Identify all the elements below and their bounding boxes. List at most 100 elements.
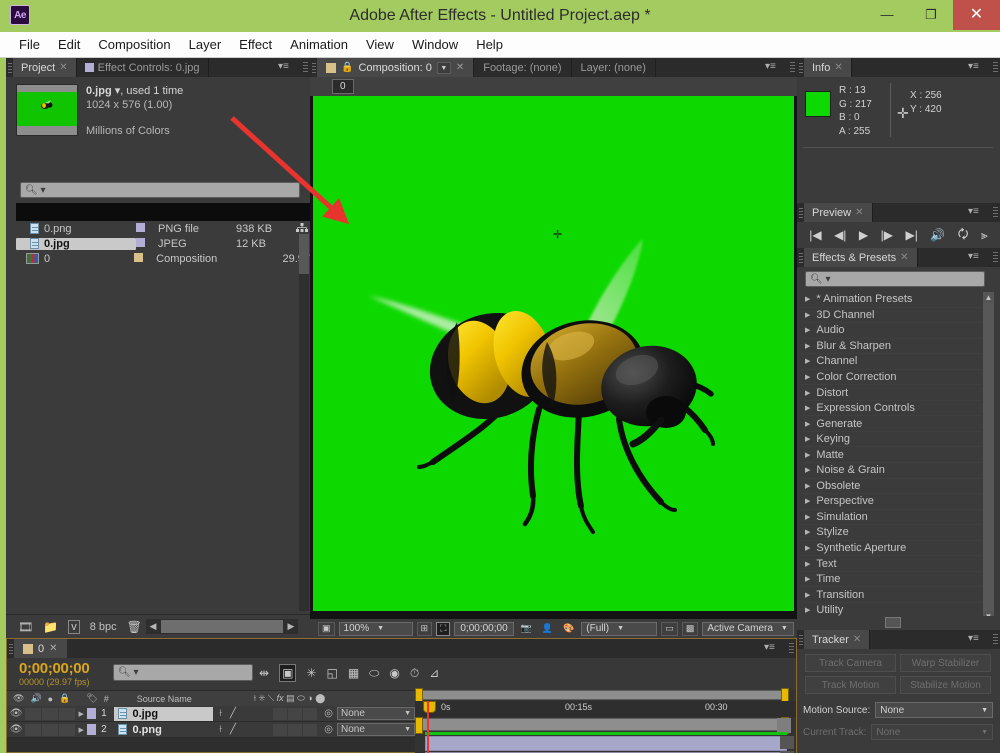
layer-label-swatch[interactable] xyxy=(86,708,97,719)
graph-editor-icon[interactable]: ◉ xyxy=(389,666,399,680)
time-marker-icon[interactable] xyxy=(423,701,436,713)
chevron-right-icon[interactable]: ▶ xyxy=(75,710,87,718)
effects-category-row[interactable]: ▶ Obsolete xyxy=(801,479,981,495)
minimize-button[interactable]: — xyxy=(865,0,909,30)
effects-category-row[interactable]: ▶ Audio xyxy=(801,323,981,339)
work-area-menu-icon[interactable] xyxy=(777,718,791,733)
motion-blur-icon[interactable]: ▦ xyxy=(348,666,359,680)
effects-category-row[interactable]: ▶ Expression Controls xyxy=(801,401,981,417)
chevron-right-icon[interactable]: ▶ xyxy=(75,726,87,734)
tab-tracker[interactable]: Tracker ✕ xyxy=(804,630,871,649)
close-button[interactable]: ✕ xyxy=(953,0,1000,30)
menu-file[interactable]: File xyxy=(10,35,49,54)
panel-grip-icon[interactable] xyxy=(797,58,804,77)
graph-editor-toggle-icon[interactable]: ⊿ xyxy=(429,666,439,680)
toggle-transparency-grid-icon[interactable]: ▣ xyxy=(318,621,335,636)
tab-footage[interactable]: Footage: (none) xyxy=(474,58,572,77)
new-folder-icon[interactable]: 📁 xyxy=(43,620,58,634)
chevron-right-icon[interactable]: ▶ xyxy=(805,606,810,614)
close-icon[interactable]: ✕ xyxy=(853,634,861,645)
chevron-right-icon[interactable]: ▶ xyxy=(805,544,810,552)
info-panel-resize-grip[interactable] xyxy=(993,62,998,73)
chevron-right-icon[interactable]: ▶ xyxy=(805,451,810,459)
render-network-icon[interactable] xyxy=(296,223,308,233)
current-time-indicator[interactable] xyxy=(427,701,429,753)
tracker-panel-menu-icon[interactable]: ▾≡ xyxy=(968,633,984,645)
previous-frame-icon[interactable]: ◀| xyxy=(834,228,846,242)
list-item[interactable]: 0 Composition 29.97 xyxy=(16,251,310,266)
layer-visibility-icon[interactable]: 👁 xyxy=(7,724,25,735)
choose-grid-guide-icon[interactable]: ⊞ xyxy=(416,621,433,636)
close-icon[interactable]: ✕ xyxy=(834,62,842,73)
project-panel-menu-icon[interactable]: ▾≡ xyxy=(278,61,294,73)
panel-grip-icon[interactable] xyxy=(797,630,804,649)
effects-category-row[interactable]: ▶ Time xyxy=(801,572,981,588)
menu-layer[interactable]: Layer xyxy=(180,35,231,54)
project-scrollbar[interactable] xyxy=(299,234,309,611)
effects-category-row[interactable]: ▶ Transition xyxy=(801,587,981,603)
scroll-left-icon[interactable]: ◀ xyxy=(146,621,160,632)
parent-pickwhip-icon[interactable]: ◎ xyxy=(324,724,333,735)
region-of-interest-icon[interactable]: ⛶ xyxy=(436,621,451,636)
lock-icon[interactable]: 🔒 xyxy=(341,62,353,73)
effects-category-row[interactable]: ▶ Matte xyxy=(801,447,981,464)
chevron-right-icon[interactable]: ▶ xyxy=(805,466,810,474)
menu-animation[interactable]: Animation xyxy=(281,35,357,54)
interpret-footage-icon[interactable]: v xyxy=(68,619,80,634)
transparency-grid-icon[interactable]: ▩ xyxy=(681,621,699,636)
layer-duration-bar[interactable] xyxy=(425,736,787,751)
track-camera-button[interactable]: Track Camera xyxy=(805,654,896,672)
effects-panel-resize-grip[interactable] xyxy=(993,252,998,263)
timeline-current-time[interactable]: 0;00;00;00 xyxy=(19,660,90,677)
region-of-interest-toggle-icon[interactable]: ▭ xyxy=(661,621,678,636)
layer-label-swatch[interactable] xyxy=(86,724,97,735)
tab-effect-controls[interactable]: Effect Controls: 0.jpg xyxy=(76,58,209,77)
comp-flowchart-icon[interactable] xyxy=(780,736,794,749)
brainstorm-icon[interactable]: ⬭ xyxy=(369,666,379,681)
timeline-ruler[interactable]: 0s 00:15s 00:30 xyxy=(415,701,796,717)
effects-category-row[interactable]: ▶ Noise & Grain xyxy=(801,463,981,479)
preview-panel-menu-icon[interactable]: ▾≡ xyxy=(968,206,984,218)
show-snapshot-icon[interactable]: 👤 xyxy=(539,622,556,636)
scroll-up-icon[interactable]: ▲ xyxy=(983,292,994,303)
zoom-select[interactable]: 100% ▼ xyxy=(338,621,413,636)
composition-panel-resize-grip[interactable] xyxy=(790,62,795,73)
tab-info[interactable]: Info ✕ xyxy=(804,58,852,77)
effects-category-row[interactable]: ▶ Color Correction xyxy=(801,370,981,386)
menu-help[interactable]: Help xyxy=(467,35,512,54)
effects-category-row[interactable]: ▶ Text xyxy=(801,556,981,572)
timeline-search-input[interactable]: 🔍︎ ▾ xyxy=(113,664,253,681)
chevron-right-icon[interactable]: ▶ xyxy=(805,591,810,599)
scroll-right-icon[interactable]: ▶ xyxy=(284,621,298,632)
effects-category-row[interactable]: ▶ * Animation Presets xyxy=(801,292,981,308)
table-row[interactable]: 👁 ▶ 1 0.jpg ⟊ ╱ ◎ None ▼ xyxy=(7,706,415,722)
close-icon[interactable]: ✕ xyxy=(59,62,67,73)
chevron-right-icon[interactable]: ▶ xyxy=(805,357,810,365)
project-horizontal-scrollbar[interactable]: ◀ ▶ xyxy=(146,619,298,634)
chevron-right-icon[interactable]: ▶ xyxy=(805,342,810,350)
composition-panel-menu-icon[interactable]: ▾≡ xyxy=(765,61,781,73)
tab-effects-presets[interactable]: Effects & Presets ✕ xyxy=(804,248,918,267)
breadcrumb-comp-chip[interactable]: 0 xyxy=(332,79,354,94)
close-icon[interactable]: ✕ xyxy=(900,252,908,263)
motion-source-select[interactable]: None ▼ xyxy=(875,702,993,718)
project-search-input[interactable]: 🔍︎ ▾ xyxy=(20,182,300,198)
parent-pickwhip-icon[interactable]: ◎ xyxy=(324,708,333,719)
warp-stabilizer-button[interactable]: Warp Stabilizer xyxy=(900,654,991,672)
tab-timeline-comp[interactable]: 0 ✕ xyxy=(14,639,67,658)
effects-scrollbar[interactable]: ▲ ▼ xyxy=(983,292,994,622)
show-channel-icon[interactable]: 🎨 xyxy=(560,622,577,636)
current-track-select[interactable]: None ▼ xyxy=(871,724,993,740)
layer-name-cell[interactable]: 0.png xyxy=(114,722,214,737)
menu-composition[interactable]: Composition xyxy=(89,35,179,54)
composition-viewer[interactable]: ✛ xyxy=(310,96,797,619)
layer-switches[interactable]: ⟊ ╱ xyxy=(213,708,272,719)
timeline-panel-menu-icon[interactable]: ▾≡ xyxy=(764,642,780,654)
scrollbar-thumb[interactable] xyxy=(299,234,309,274)
play-icon[interactable]: ▶ xyxy=(859,228,868,242)
close-icon[interactable]: ✕ xyxy=(49,643,57,654)
chevron-right-icon[interactable]: ▶ xyxy=(805,560,810,568)
effects-category-row[interactable]: ▶ Generate xyxy=(801,416,981,432)
work-area-bar[interactable] xyxy=(417,718,787,731)
effects-category-row[interactable]: ▶ Stylize xyxy=(801,525,981,541)
